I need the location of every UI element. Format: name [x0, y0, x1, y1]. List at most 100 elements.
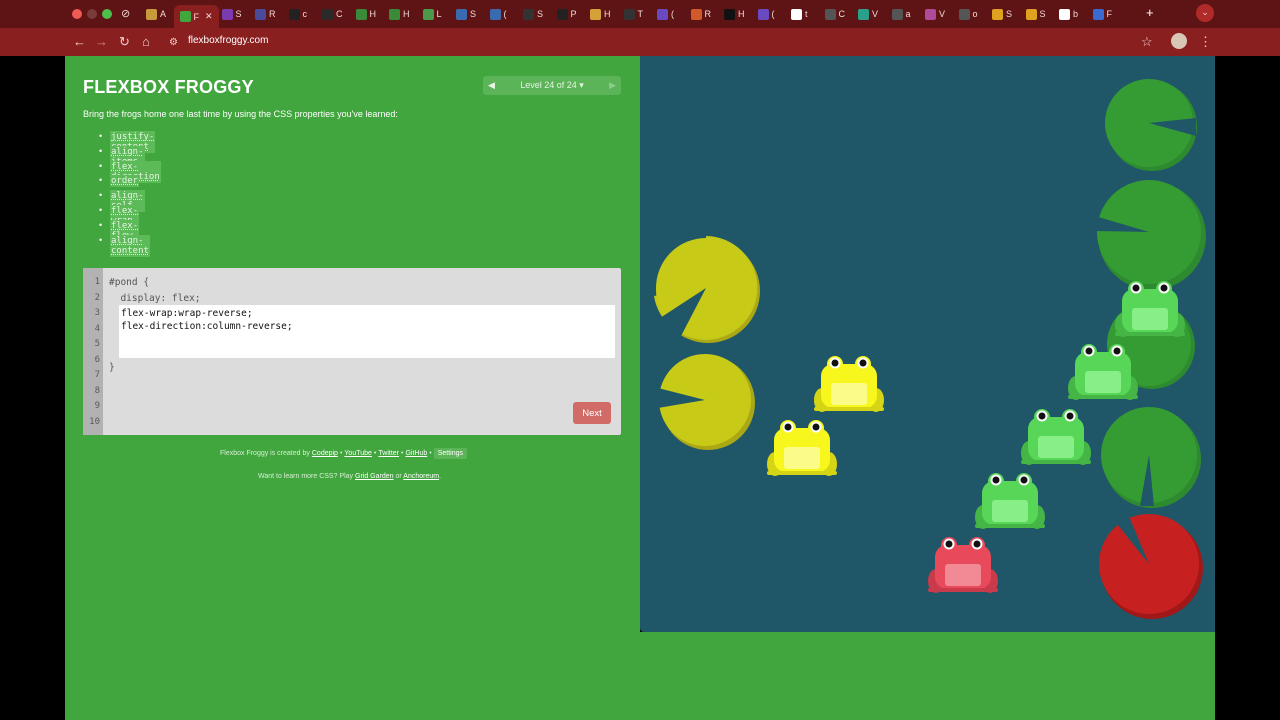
browser-tab[interactable]: H — [590, 5, 611, 23]
bookmark-star-icon[interactable]: ☆ — [1141, 34, 1153, 50]
browser-tab[interactable]: c — [288, 5, 307, 23]
tab-title: ( — [503, 9, 507, 19]
new-tab-button[interactable]: + — [1146, 5, 1154, 21]
tab-favicon-icon — [146, 8, 157, 20]
tab-title: A — [160, 9, 167, 19]
tab-title: S — [470, 9, 477, 19]
property-link[interactable]: order — [110, 175, 140, 188]
separator: • — [401, 450, 404, 457]
browser-tab[interactable]: S — [992, 5, 1012, 23]
browser-tab[interactable]: R — [255, 5, 276, 23]
browser-tab[interactable]: S — [221, 5, 242, 23]
pond — [640, 56, 1215, 632]
tab-title: S — [537, 9, 544, 19]
frog-green — [1068, 344, 1138, 400]
tab-title: V — [872, 9, 879, 19]
level-navigator: ◀ Level 24 of 24 ▾ ▶ — [483, 76, 621, 95]
code-line-close-brace: } — [109, 362, 115, 373]
site-info-icon[interactable]: ⚙ — [169, 35, 178, 51]
browser-tab[interactable]: F — [1092, 5, 1112, 23]
level-label: Level 24 of 24 — [520, 80, 577, 90]
browser-tab[interactable]: S — [523, 5, 543, 23]
anchoreum-link[interactable]: Anchoreum — [403, 473, 439, 480]
forward-button[interactable]: → — [95, 34, 108, 50]
tab-favicon-icon — [992, 8, 1003, 20]
tab-favicon-icon — [322, 8, 333, 20]
game-logo: FLEXBOX FROGGY — [83, 77, 254, 97]
grid-garden-link[interactable]: Grid Garden — [355, 473, 394, 480]
tab-favicon-icon — [179, 11, 191, 22]
github-link[interactable]: GitHub — [405, 450, 427, 457]
tab-favicon-icon — [590, 8, 601, 20]
browser-tab[interactable]: L — [422, 5, 442, 23]
back-button[interactable]: ← — [73, 34, 86, 50]
youtube-link[interactable]: YouTube — [344, 450, 372, 457]
browser-tab[interactable]: A — [146, 5, 166, 23]
browser-tab[interactable]: V — [858, 5, 878, 23]
browser-tab[interactable]: H — [389, 5, 410, 23]
codepip-link[interactable]: Codepip — [312, 450, 338, 457]
browser-tab[interactable]: H — [355, 5, 376, 23]
browser-tab[interactable]: S — [1025, 5, 1046, 23]
page-background — [640, 632, 1215, 720]
tab-search-icon[interactable]: ⌄ — [1196, 4, 1214, 22]
tab-favicon-icon — [891, 8, 903, 20]
line-number: 6 — [94, 354, 100, 365]
browser-tab[interactable]: ( — [757, 5, 775, 23]
browser-tab[interactable]: a — [891, 5, 911, 23]
tab-favicon-icon — [456, 8, 467, 20]
browser-tab[interactable]: R — [690, 5, 712, 23]
address-bar[interactable]: flexboxfroggy.com — [188, 35, 268, 46]
close-window-button[interactable] — [72, 9, 82, 19]
reload-button[interactable]: ↻ — [119, 34, 130, 50]
tab-title: H — [403, 9, 410, 19]
browser-tab[interactable]: o — [958, 5, 978, 23]
browser-tab[interactable]: C — [824, 5, 845, 23]
home-button[interactable]: ⌂ — [142, 34, 150, 50]
tab-favicon-icon — [858, 8, 869, 20]
tab-favicon-icon — [958, 8, 970, 20]
tab-title: T — [637, 9, 644, 19]
tab-group-icon[interactable]: ⊘ — [121, 6, 130, 22]
letterbox-left — [0, 0, 65, 720]
tab-title: S — [1006, 9, 1013, 19]
close-tab-icon[interactable]: ✕ — [205, 11, 213, 22]
frog-green — [1021, 409, 1091, 465]
browser-tab[interactable]: F ✕ — [173, 5, 219, 28]
tab-title: V — [939, 9, 946, 19]
separator: • — [339, 450, 343, 457]
tab-favicon-icon — [757, 8, 769, 20]
letterbox-right — [1215, 0, 1280, 720]
tab-title: a — [905, 9, 911, 19]
profile-avatar[interactable] — [1171, 33, 1187, 49]
browser-tab[interactable]: b — [1059, 5, 1078, 23]
browser-tab[interactable]: ( — [489, 5, 507, 23]
minimize-window-button[interactable] — [87, 9, 97, 19]
browser-tab[interactable]: t — [791, 5, 808, 23]
previous-level-button[interactable]: ◀ — [488, 80, 495, 91]
browser-tab[interactable]: P — [556, 5, 577, 23]
next-button[interactable]: Next — [573, 402, 611, 424]
browser-tab[interactable]: S — [456, 5, 476, 23]
code-textarea[interactable]: flex-wrap:wrap-reverse; flex-direction:c… — [119, 305, 615, 358]
twitter-link[interactable]: Twitter — [378, 450, 399, 457]
browser-menu-icon[interactable]: ⋮ — [1199, 34, 1212, 50]
browser-tab[interactable]: C — [322, 5, 343, 23]
next-level-arrow[interactable]: ▶ — [609, 80, 616, 91]
tab-favicon-icon — [623, 8, 635, 20]
property-link[interactable]: align-content — [110, 234, 150, 257]
browser-tab[interactable]: V — [925, 5, 945, 23]
tab-title: R — [704, 9, 712, 19]
maximize-window-button[interactable] — [102, 9, 112, 19]
tab-title: t — [805, 9, 808, 19]
frog-green — [1115, 281, 1185, 337]
tab-title: R — [269, 9, 276, 19]
browser-tab[interactable]: ( — [657, 5, 674, 23]
tab-title: F — [193, 11, 200, 22]
level-dropdown[interactable]: Level 24 of 24 ▾ — [520, 80, 584, 91]
settings-button[interactable]: Settings — [433, 448, 467, 459]
browser-tab[interactable]: T — [623, 5, 644, 23]
credits-footer: Flexbox Froggy is created by Codepip • Y… — [220, 448, 467, 459]
browser-tab[interactable]: H — [724, 5, 745, 23]
line-number: 1 — [94, 277, 100, 287]
